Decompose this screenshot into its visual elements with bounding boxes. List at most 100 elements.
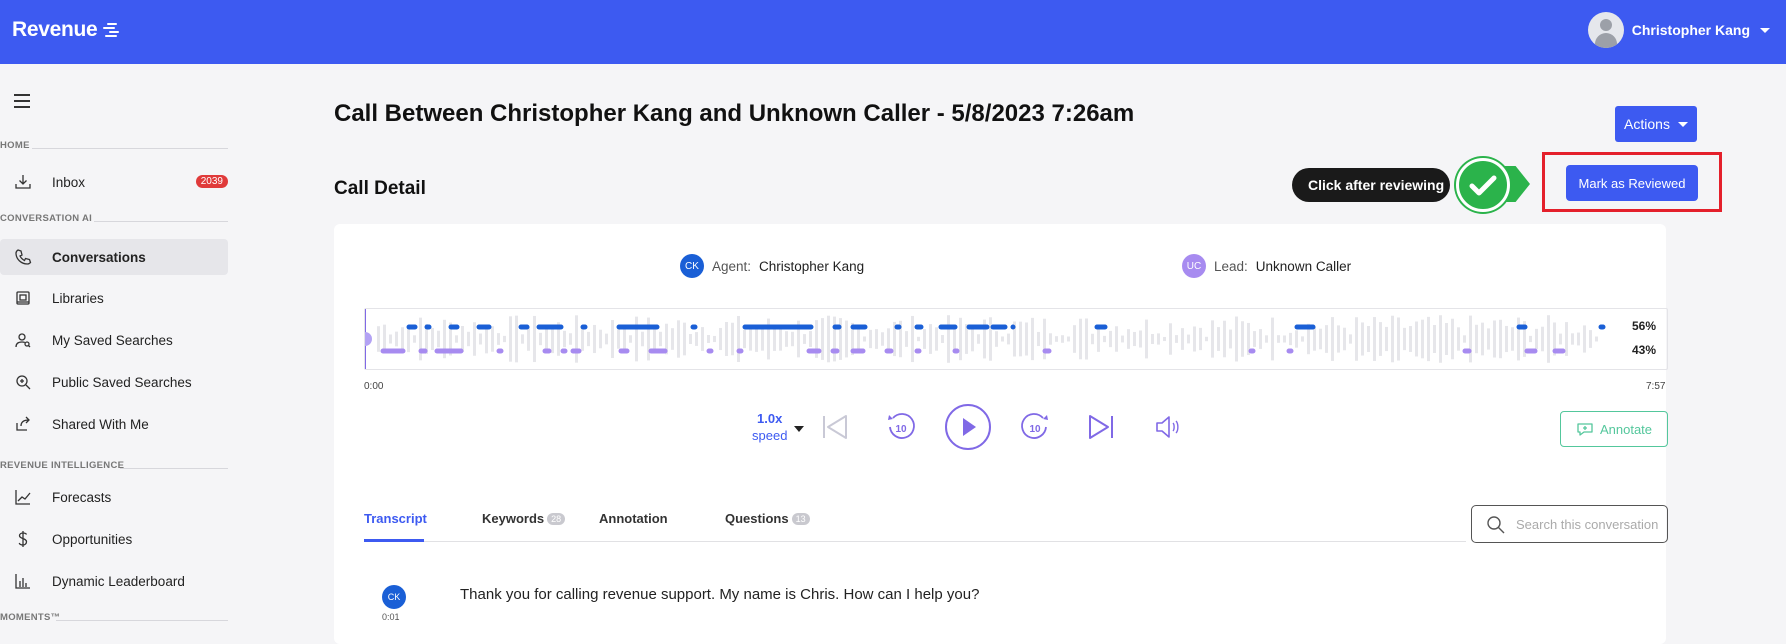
sidebar-item-label: Inbox [52,174,86,190]
sidebar-item-public-saved-searches[interactable]: Public Saved Searches [0,364,228,400]
actions-dropdown-button[interactable]: Actions [1615,106,1697,142]
user-name: Christopher Kang [1631,22,1750,38]
section-title: Call Detail [334,178,426,199]
agent-avatar: CK [680,254,704,278]
tab-label: Annotation [599,511,668,526]
lead-key: Lead: [1214,258,1248,274]
annotate-label: Annotate [1599,421,1653,437]
divider [94,221,228,222]
chevron-down-icon [1677,121,1688,127]
page-title: Call Between Christopher Kang and Unknow… [334,100,1135,127]
dollar-icon [18,531,28,547]
avatar [1587,12,1624,48]
review-hint-callout: Click after reviewing [1292,168,1450,202]
forward-seconds: 10 [1029,424,1041,435]
section-label-moments: MOMENTS™ [0,612,61,623]
volume-icon[interactable] [1154,413,1182,441]
sidebar-item-label: Libraries [52,290,104,306]
search-plus-icon [16,375,31,390]
active-tab-indicator [364,539,424,542]
sidebar-item-label: Forecasts [52,489,112,505]
section-label-revenue-intelligence: REVENUE INTELLIGENCE [0,460,125,471]
bar-chart-icon [15,574,30,589]
line-chart-icon [15,490,31,505]
agent-talk-percent: 56% [1632,319,1657,333]
section-label-conversation-ai: CONVERSATION AI [0,213,93,224]
tab-keywords[interactable]: Keywords 28 [482,511,566,526]
sidebar-item-libraries[interactable]: Libraries [0,280,228,316]
sidebar-item-label: Shared With Me [52,416,149,432]
waveform-graphic [365,309,1606,369]
brand-name: Revenue [12,18,98,41]
forward-10-icon[interactable]: 10 [1018,410,1052,444]
playhead-handle[interactable] [365,332,372,346]
divider [56,620,228,621]
speed-selector[interactable]: 1.0x speed [752,410,787,444]
tab-count-badge: 13 [791,512,810,525]
add-comment-icon [1577,423,1593,436]
tab-transcript[interactable]: Transcript [364,511,427,526]
tab-count-badge: 28 [547,512,566,525]
message-timestamp[interactable]: 0:01 [382,612,400,622]
sidebar-item-forecasts[interactable]: Forecasts [0,479,228,515]
time-start: 0:00 [364,381,384,392]
actions-label: Actions [1624,116,1670,132]
sidebar-item-my-saved-searches[interactable]: My Saved Searches [0,322,228,358]
lead-talk-percent: 43% [1632,343,1657,357]
top-bar: Revenue Christopher Kang [0,0,1786,64]
brand-logo[interactable]: Revenue [12,18,120,42]
tab-label: Questions [725,511,789,526]
lead-avatar: UC [1182,254,1206,278]
annotate-button[interactable]: Annotate [1560,411,1668,447]
sidebar-item-dynamic-leaderboard[interactable]: Dynamic Leaderboard [0,563,228,599]
user-search-icon [15,333,31,348]
sidebar-item-label: My Saved Searches [52,332,173,348]
agent-info: CK Agent: Christopher Kang [680,254,864,278]
sidebar-item-inbox[interactable]: Inbox 2039 [0,164,228,200]
rewind-10-icon[interactable]: 10 [884,410,918,444]
audio-waveform[interactable] [364,308,1668,370]
library-icon [16,291,30,305]
play-button[interactable] [944,403,992,451]
tabs-divider [364,541,1466,542]
chevron-down-icon [1760,27,1770,33]
sidebar-item-label: Opportunities [52,531,133,547]
speed-value: 1.0x [757,411,783,426]
call-detail-card [334,224,1666,644]
speed-label: speed [752,428,788,443]
sidebar: HOME Inbox 2039 CONVERSATION AI Conversa… [0,64,240,632]
sidebar-item-label: Public Saved Searches [52,374,192,390]
sidebar-item-conversations[interactable]: Conversations [0,239,228,275]
divider [32,148,228,149]
tab-annotation[interactable]: Annotation [599,511,668,526]
conversation-search[interactable] [1471,505,1668,543]
lead-name: Unknown Caller [1255,258,1352,274]
search-icon [1487,516,1505,534]
skip-to-start-icon[interactable] [820,412,850,442]
tab-questions[interactable]: Questions 13 [725,511,810,526]
phone-icon [15,249,32,265]
section-label-home: HOME [0,140,30,151]
rewind-seconds: 10 [895,424,907,435]
agent-key: Agent: [712,258,752,274]
agent-name: Christopher Kang [759,258,865,274]
sidebar-item-label: Dynamic Leaderboard [52,573,185,589]
time-end: 7:57 [1646,381,1666,392]
mark-as-reviewed-button[interactable]: Mark as Reviewed [1566,165,1698,201]
transcript-message: Thank you for calling revenue support. M… [460,586,980,603]
skip-to-end-icon[interactable] [1086,412,1116,442]
tab-label: Keywords [482,511,545,526]
hamburger-menu-icon[interactable] [14,94,30,108]
tab-label: Transcript [364,511,427,526]
checkmark-icon [1456,158,1510,212]
search-input[interactable] [1516,516,1666,532]
sidebar-item-shared-with-me[interactable]: Shared With Me [0,406,228,442]
hint-label: Click after reviewing [1308,177,1445,193]
user-menu[interactable]: Christopher Kang [1587,12,1770,48]
lead-info: UC Lead: Unknown Caller [1182,254,1351,278]
speaker-avatar: CK [382,585,406,609]
inbox-icon [15,175,31,189]
sidebar-item-opportunities[interactable]: Opportunities [0,521,228,557]
chevron-down-icon[interactable] [794,426,804,432]
divider [120,468,228,469]
